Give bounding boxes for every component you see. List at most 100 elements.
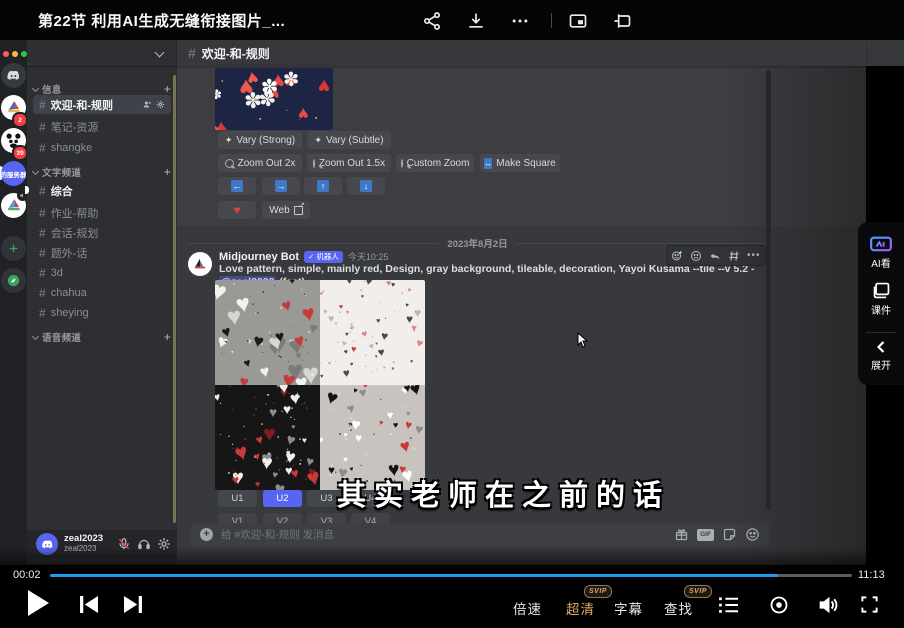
emoji-picker-icon[interactable]	[745, 527, 760, 542]
message-hover-toolbar: •••	[666, 245, 766, 266]
channel-offtopic[interactable]: # 题外-话	[33, 243, 171, 262]
heart-pattern-grid-image[interactable]: ♥♥♥♥♥♥♥♥♥♥♥♥♥♥♥♥♥♥♥♥♥♥♥♥♥♥●●●●●●●●●●●●●●…	[215, 280, 425, 490]
add-channel-icon[interactable]: +	[164, 165, 171, 179]
zoom-out-1-5x-button[interactable]: Zoom Out 1.5x	[307, 154, 391, 172]
button-label: Zoom Out 2x	[238, 158, 296, 169]
share-icon[interactable]	[422, 11, 442, 31]
picture-in-picture-icon[interactable]	[568, 11, 588, 31]
message-author[interactable]: Midjourney Bot	[219, 251, 299, 263]
video-frame[interactable]: 2 39 的服务器	[0, 40, 904, 565]
cast-screen-icon[interactable]	[612, 11, 632, 31]
dot-glyph: ●	[349, 427, 351, 430]
add-channel-icon[interactable]: +	[164, 330, 171, 344]
add-server-button[interactable]	[1, 236, 26, 261]
playlist-icon[interactable]	[718, 596, 740, 614]
pan-down-button[interactable]: ↓	[347, 177, 385, 195]
channel-3d[interactable]: # 3d	[33, 263, 171, 282]
upscale-u1-button[interactable]: U1	[218, 490, 257, 507]
heart-glyph: ♥	[269, 405, 278, 419]
vary-strong-button[interactable]: ✦ Vary (Strong)	[218, 131, 302, 149]
channel-zonghe[interactable]: # 综合	[33, 181, 171, 200]
web-open-button[interactable]: Web	[262, 201, 310, 219]
fullscreen-icon[interactable]	[860, 595, 879, 614]
add-channel-icon[interactable]: +	[164, 82, 171, 96]
sidebar-scrollbar[interactable]	[173, 75, 176, 523]
chat-scrollbar[interactable]	[766, 70, 771, 510]
heart-glyph: ♥	[232, 440, 252, 465]
dot-glyph: ●	[280, 307, 283, 311]
play-button[interactable]	[26, 589, 50, 617]
category-text-channels[interactable]: 文字频道 +	[33, 165, 171, 179]
vary-subtle-button[interactable]: ✦ Vary (Subtle)	[307, 131, 391, 149]
attach-file-icon[interactable]: +	[200, 528, 213, 541]
message-input-bar[interactable]: + 给 #欢迎-和-规则 发消息 GIF	[190, 523, 770, 546]
channel-homework[interactable]: # 作业-帮助	[33, 203, 171, 222]
channel-sheying[interactable]: # sheying	[33, 303, 171, 322]
dot-glyph: ●	[305, 407, 308, 411]
channel-settings-gear-icon[interactable]	[156, 100, 165, 109]
pan-right-button[interactable]: →	[262, 177, 300, 195]
headphones-icon[interactable]	[137, 537, 151, 551]
more-actions-icon[interactable]: •••	[747, 250, 761, 261]
server-header[interactable]	[27, 40, 177, 66]
download-icon[interactable]	[466, 11, 486, 31]
emoji-icon[interactable]	[690, 250, 702, 262]
expand-panel-button[interactable]: 展开	[858, 340, 904, 372]
channel-notes[interactable]: # 笔记-资源	[33, 117, 171, 136]
heart-glyph: ♥	[398, 437, 412, 456]
upscale-u2-button-selected[interactable]: U2	[263, 490, 302, 507]
subtitle-toggle-button[interactable]: 字幕	[614, 598, 643, 618]
record-mode-icon[interactable]	[769, 595, 789, 615]
midjourney-bot-avatar[interactable]	[188, 252, 212, 276]
avatar[interactable]	[36, 533, 58, 555]
heart-glyph: ♥	[280, 386, 288, 399]
previous-track-button[interactable]	[80, 596, 99, 613]
courseware-button[interactable]: 课件	[858, 282, 904, 317]
add-reaction-icon[interactable]	[671, 250, 683, 262]
pan-up-button[interactable]: ↑	[304, 177, 342, 195]
custom-zoom-button[interactable]: Custom Zoom	[396, 154, 474, 172]
find-button[interactable]: 查找	[664, 598, 693, 618]
heart-glyph: ♥	[289, 390, 302, 409]
strawberry-pattern-image[interactable]: ♥♥♥♥♥♥♥♥♥✽✽✽✽✽●●●●●●●	[215, 68, 333, 130]
channel-chahua[interactable]: # chahua	[33, 283, 171, 302]
dot-glyph: ●	[394, 310, 396, 312]
next-track-button[interactable]	[123, 596, 142, 613]
category-info[interactable]: 信息 +	[33, 82, 171, 96]
quality-button[interactable]: 超清	[566, 598, 595, 618]
more-options-icon[interactable]	[510, 11, 530, 31]
playback-speed-button[interactable]: 倍速	[513, 598, 542, 618]
channel-welcome[interactable]: # 欢迎-和-规则	[33, 95, 171, 114]
gift-icon[interactable]	[674, 527, 689, 542]
heart-reaction-button[interactable]: ♥	[218, 201, 256, 219]
ai-watch-button[interactable]: AI看	[858, 235, 904, 270]
make-square-button[interactable]: ↔ Make Square	[480, 154, 560, 172]
category-voice-channels[interactable]: 语音频道 +	[33, 330, 171, 344]
gif-picker-icon[interactable]: GIF	[697, 529, 714, 541]
channel-shangke[interactable]: # shangke	[33, 138, 171, 157]
server-icon-active[interactable]: 的服务器	[1, 161, 26, 186]
dot-glyph: ●	[350, 429, 352, 432]
heart-glyph: ♥	[278, 385, 290, 397]
reply-icon[interactable]	[709, 250, 721, 262]
seek-bar-filled	[50, 574, 778, 577]
heart-glyph: ♥	[410, 360, 413, 365]
message-input-placeholder[interactable]: 给 #欢迎-和-规则 发消息	[221, 527, 666, 542]
discord-home-button[interactable]	[1, 63, 26, 88]
heart-glyph: ♥	[380, 330, 389, 343]
pan-left-button[interactable]: ←	[218, 177, 256, 195]
heart-glyph: ♥	[251, 332, 265, 352]
leaf-dot-glyph: ●	[299, 118, 301, 121]
settings-gear-icon[interactable]	[157, 537, 171, 551]
zoom-out-2x-button[interactable]: Zoom Out 2x	[218, 154, 302, 172]
mic-muted-icon[interactable]	[117, 537, 131, 551]
dot-glyph: ●	[225, 341, 228, 345]
seek-bar[interactable]	[50, 574, 852, 577]
sticker-icon[interactable]	[722, 527, 737, 542]
thread-icon[interactable]	[728, 250, 740, 262]
invite-people-icon[interactable]	[143, 100, 152, 109]
volume-icon[interactable]	[818, 595, 839, 615]
channel-planning[interactable]: # 会话-规划	[33, 223, 171, 242]
explore-servers-button[interactable]	[1, 268, 26, 293]
discord-server-rail: 2 39 的服务器	[0, 40, 27, 565]
